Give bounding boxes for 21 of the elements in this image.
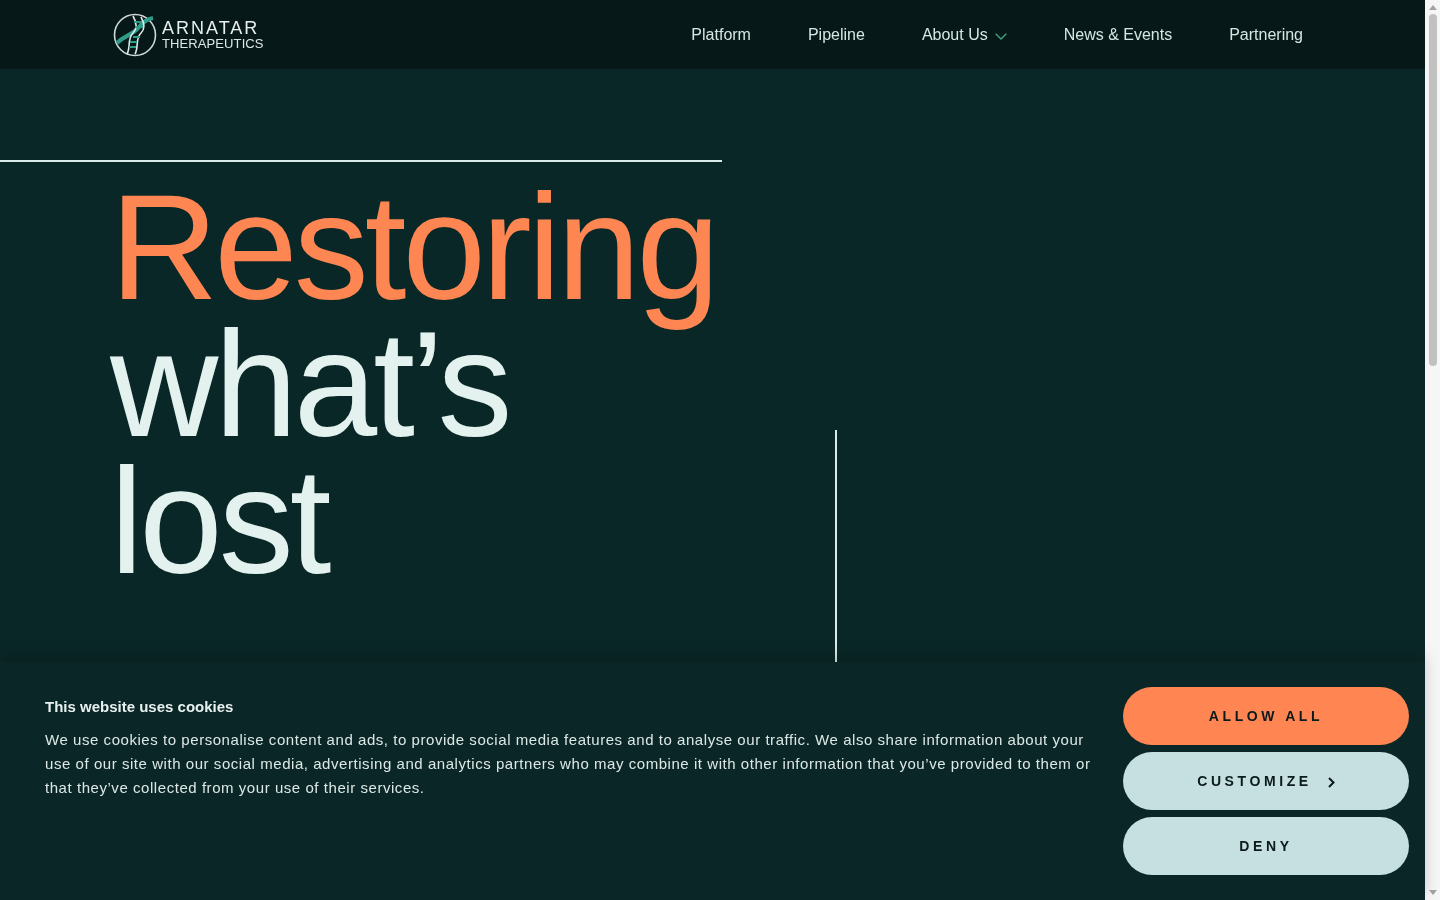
brand-name: ARNATAR xyxy=(162,19,260,37)
headline-line: lost xyxy=(110,453,328,607)
nav-link[interactable]: About Us xyxy=(921,22,1007,47)
helix-circle-logo-icon xyxy=(113,12,157,57)
nav-link[interactable]: Partnering xyxy=(1229,22,1303,47)
logo-link[interactable]: ARNATAR THERAPEUTICS xyxy=(113,12,264,57)
scrollbar-thumb[interactable] xyxy=(1428,14,1437,366)
consent-button[interactable]: DENY xyxy=(1123,817,1409,875)
nav-link[interactable]: Platform xyxy=(691,22,751,47)
nav-link[interactable]: Pipeline xyxy=(807,22,865,47)
cookie-banner-title: This website uses cookies xyxy=(45,697,235,717)
allow-button[interactable]: ALLOW ALL xyxy=(1123,687,1409,745)
nav-link[interactable]: News & Events xyxy=(1063,22,1173,47)
scroll-down-icon[interactable] xyxy=(1428,890,1437,895)
scroll-up-icon[interactable] xyxy=(1428,5,1437,10)
consent-button[interactable]: CUSTOMIZE xyxy=(1123,752,1409,810)
cookie-banner-text: We use cookies to personalise content and ads, to provide social media features and to analyse our traffic. We also share information about your use of our site with our social media, advertising and analytics partners who may combine it with other information that you’ve provided to them or that they’ve collected from your use of their services. xyxy=(45,730,1092,798)
brand-tagline: THERAPEUTICS xyxy=(162,37,264,50)
chevron-right-icon[interactable] xyxy=(1327,776,1335,788)
chevron-down-icon[interactable] xyxy=(994,32,1007,40)
scrollbar[interactable] xyxy=(1425,0,1440,900)
